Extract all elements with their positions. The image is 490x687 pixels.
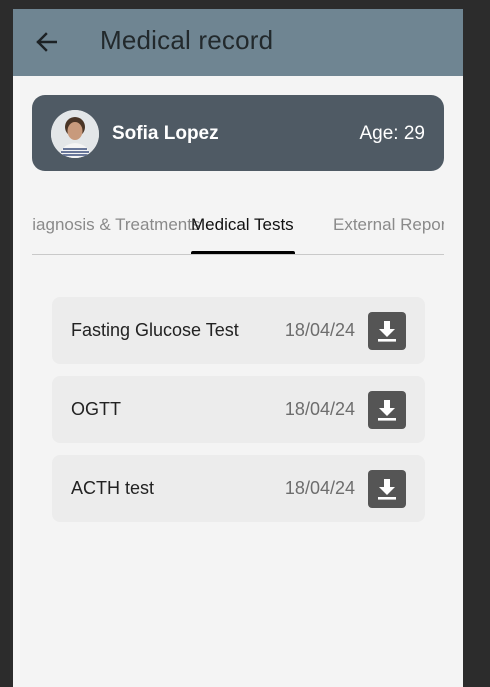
download-button[interactable] [368,470,406,508]
app-screen: Medical record Sofia Lopez Age: 29 Diagn… [13,9,463,687]
test-date: 18/04/24 [284,399,355,419]
tab-diagnosis-treatments[interactable]: Diagnosis & Treatments [32,215,200,235]
patient-card: Sofia Lopez Age: 29 [32,95,444,171]
arrow-left-icon [36,32,57,52]
avatar-portrait [51,110,99,158]
download-icon [378,479,396,500]
download-icon [378,400,396,421]
back-button[interactable] [33,28,59,56]
test-date: 18/04/24 [284,478,355,498]
list-item[interactable]: ACTH test 18/04/24 [52,455,425,522]
test-date: 18/04/24 [284,320,355,340]
patient-name: Sofia Lopez [112,123,219,144]
app-bar: Medical record [13,9,463,76]
download-button[interactable] [368,391,406,429]
tab-bar: Diagnosis & Treatments Medical Tests Ext… [32,195,444,255]
avatar [51,110,99,158]
active-tab-indicator [191,251,295,254]
tab-external-reports[interactable]: External Reports [333,215,444,235]
test-name: ACTH test [71,478,155,498]
page-title: Medical record [100,25,274,55]
test-name: OGTT [71,399,121,419]
list-item[interactable]: Fasting Glucose Test 18/04/24 [52,297,425,364]
download-icon [378,321,396,342]
tab-medical-tests[interactable]: Medical Tests [191,215,294,235]
list-item[interactable]: OGTT 18/04/24 [52,376,425,443]
test-name: Fasting Glucose Test [71,320,239,340]
patient-age: Age: 29 [359,123,426,144]
download-button[interactable] [368,312,406,350]
